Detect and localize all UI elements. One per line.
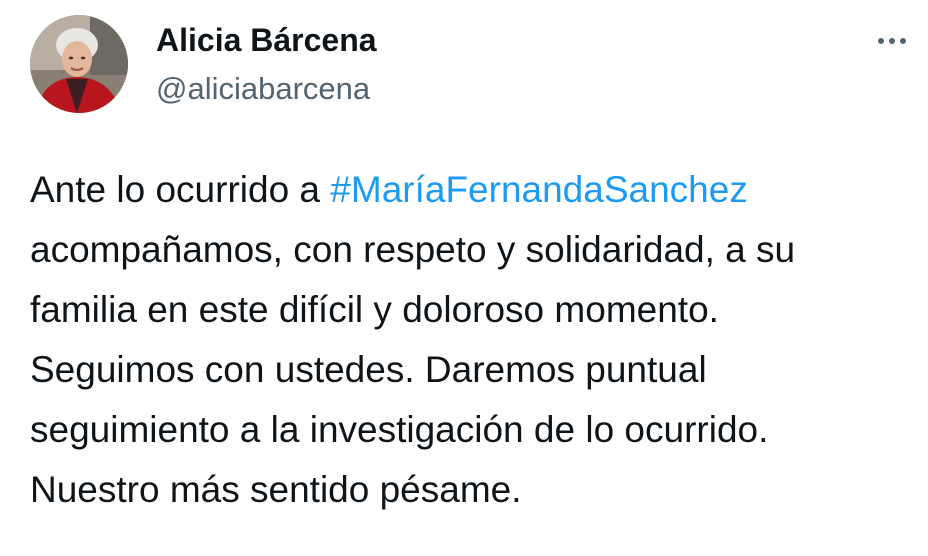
author-handle[interactable]: @aliciabarcena [156, 69, 370, 109]
hashtag-link[interactable]: #MaríaFernandaSanchez [330, 169, 748, 210]
author-display-name[interactable]: Alicia Bárcena [156, 20, 377, 60]
more-horizontal-icon [878, 38, 884, 44]
tweet-card: Alicia Bárcena @aliciabarcena Ante lo oc… [0, 0, 928, 556]
tweet-line-3: familia en este difícil y doloroso momen… [30, 289, 719, 330]
avatar[interactable] [30, 15, 128, 113]
more-horizontal-icon-dot [900, 38, 906, 44]
tweet-line-5: seguimiento a la investigación de lo ocu… [30, 409, 769, 450]
tweet-line-6: Nuestro más sentido pésame. [30, 469, 522, 510]
tweet-line-1: Ante lo ocurrido a #MaríaFernandaSanchez [30, 160, 920, 220]
profile-photo-icon [30, 15, 128, 113]
tweet-text-prefix: Ante lo ocurrido a [30, 169, 331, 210]
tweet-text: Ante lo ocurrido a #MaríaFernandaSanchez… [30, 160, 920, 520]
tweet-line-2: acompañamos, con respeto y solidaridad, … [30, 229, 796, 270]
more-horizontal-icon-dot [889, 38, 895, 44]
tweet-line-4: Seguimos con ustedes. Daremos puntual [30, 349, 707, 390]
more-options-button[interactable] [868, 26, 916, 56]
